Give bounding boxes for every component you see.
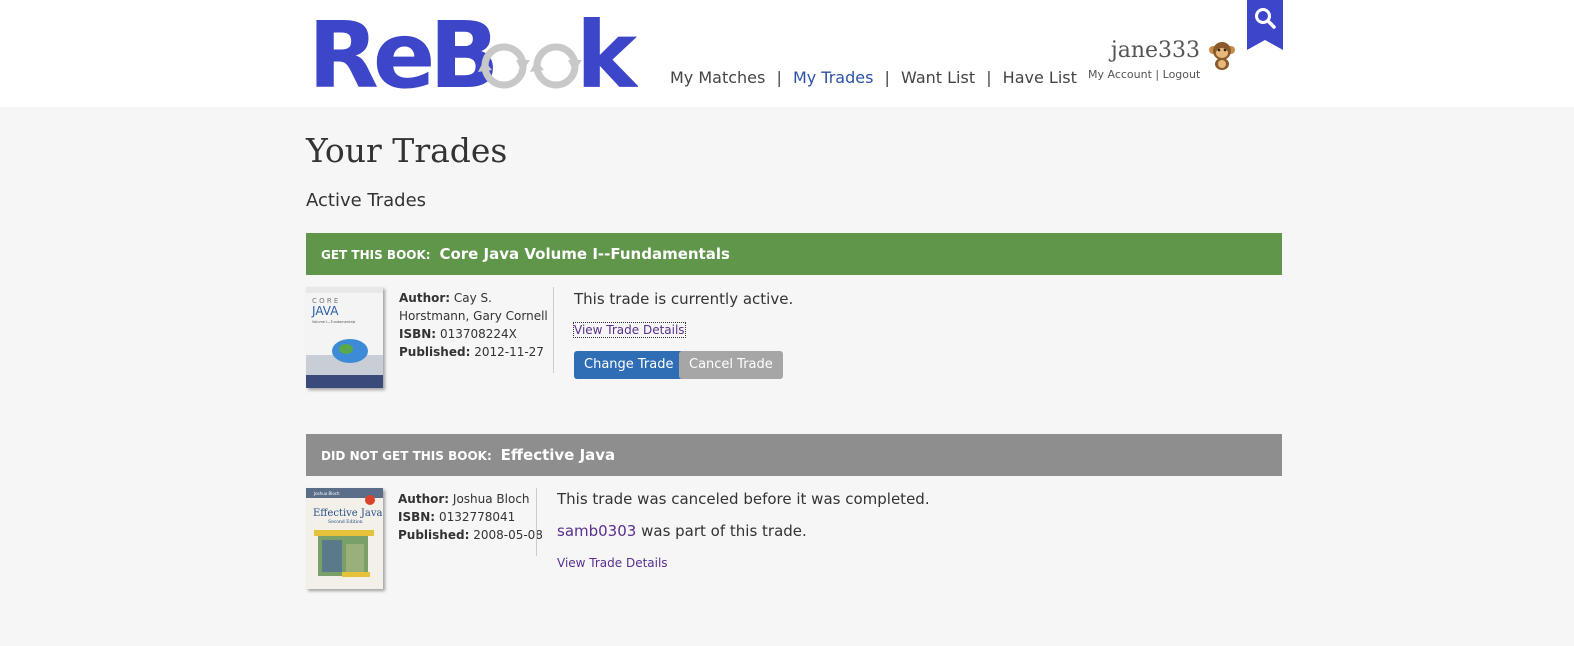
nav-separator: | <box>986 68 992 87</box>
nav-want-list[interactable]: Want List <box>901 68 975 87</box>
isbn-label: ISBN: <box>399 327 437 341</box>
page-title: Your Trades <box>306 131 508 170</box>
published-label: Published: <box>398 528 470 542</box>
view-trade-details-link[interactable]: View Trade Details <box>573 322 686 338</box>
isbn-label: ISBN: <box>398 510 436 524</box>
svg-text:Volume I—Fundamentals: Volume I—Fundamentals <box>312 320 356 324</box>
trade-prefix: DID NOT GET THIS BOOK: <box>321 449 492 463</box>
main-content: Your Trades Active Trades GET THIS BOOK:… <box>306 107 1282 589</box>
author-value: Joshua Bloch <box>452 492 530 506</box>
monkey-icon[interactable] <box>1208 40 1236 70</box>
divider <box>553 287 554 373</box>
view-trade-details-link[interactable]: View Trade Details <box>557 556 668 570</box>
isbn-value: 013708224X <box>439 327 517 341</box>
logout-link[interactable]: Logout <box>1163 68 1201 81</box>
trade-body: C O R E JAVA Volume I—Fundamentals Autho… <box>306 275 1282 405</box>
my-account-link[interactable]: My Account <box>1088 68 1152 81</box>
user-block: jane333 My Account | Logout <box>1088 40 1200 82</box>
nav-my-trades[interactable]: My Trades <box>793 68 874 87</box>
trade-book-title[interactable]: Effective Java <box>501 446 616 464</box>
nav-separator: | <box>884 68 890 87</box>
rebook-logo[interactable]: ReB k <box>308 2 639 109</box>
section-title: Active Trades <box>306 190 427 211</box>
author-label: Author: <box>399 291 451 305</box>
search-icon[interactable] <box>1247 0 1283 50</box>
book-cover[interactable]: Joshua Bloch Effective Java Second Editi… <box>306 488 383 589</box>
trade-prefix: GET THIS BOOK: <box>321 248 431 262</box>
username[interactable]: jane333 <box>1088 40 1200 62</box>
account-links: My Account | Logout <box>1088 68 1200 81</box>
published-value: 2012-11-27 <box>474 345 544 359</box>
book-meta: Author: Cay S. Horstmann, Gary Cornell I… <box>399 289 548 361</box>
trade-status: This trade is currently active. <box>574 290 794 308</box>
svg-text:Joshua Bloch: Joshua Bloch <box>313 491 340 496</box>
nav-separator: | <box>776 68 782 87</box>
cancel-trade-button[interactable]: Cancel Trade <box>679 351 783 379</box>
author-label: Author: <box>398 492 450 506</box>
main-nav: My Matches | My Trades | Want List | Hav… <box>670 68 1077 87</box>
divider <box>536 488 537 556</box>
svg-text:ReB: ReB <box>308 14 493 94</box>
trade-header: DID NOT GET THIS BOOK: Effective Java <box>306 434 1282 476</box>
trade-card: DID NOT GET THIS BOOK: Effective Java Jo… <box>306 434 1282 606</box>
published-label: Published: <box>399 345 471 359</box>
published-value: 2008-05-08 <box>473 528 543 542</box>
trade-partner-line: samb0303 was part of this trade. <box>557 522 807 540</box>
svg-text:Second Edition: Second Edition <box>328 519 363 525</box>
svg-text:Effective Java: Effective Java <box>313 508 383 519</box>
trade-book-title[interactable]: Core Java Volume I--Fundamentals <box>439 245 729 263</box>
trade-body: Joshua Bloch Effective Java Second Editi… <box>306 476 1282 606</box>
svg-text:k: k <box>576 14 638 94</box>
trade-status: This trade was canceled before it was co… <box>557 490 930 508</box>
author-value: Cay S. <box>453 291 492 305</box>
book-cover[interactable]: C O R E JAVA Volume I—Fundamentals <box>306 287 383 388</box>
nav-my-matches[interactable]: My Matches <box>670 68 765 87</box>
change-trade-button[interactable]: Change Trade <box>574 351 684 379</box>
rebook-logo-graphic: ReB k <box>308 2 639 109</box>
trade-card: GET THIS BOOK: Core Java Volume I--Funda… <box>306 233 1282 405</box>
partner-user-link[interactable]: samb0303 <box>557 522 636 540</box>
isbn-value: 0132778041 <box>438 510 516 524</box>
svg-text:JAVA: JAVA <box>311 304 339 318</box>
account-separator: | <box>1155 68 1160 81</box>
book-meta: Author: Joshua Bloch ISBN: 0132778041 Pu… <box>398 490 543 544</box>
partner-text: was part of this trade. <box>641 522 807 540</box>
nav-have-list[interactable]: Have List <box>1003 68 1077 87</box>
author-value-cont: Horstmann, Gary Cornell <box>399 309 548 323</box>
trade-header: GET THIS BOOK: Core Java Volume I--Funda… <box>306 233 1282 275</box>
site-header: ReB k My Matches | My Trades | Want List… <box>0 0 1574 109</box>
